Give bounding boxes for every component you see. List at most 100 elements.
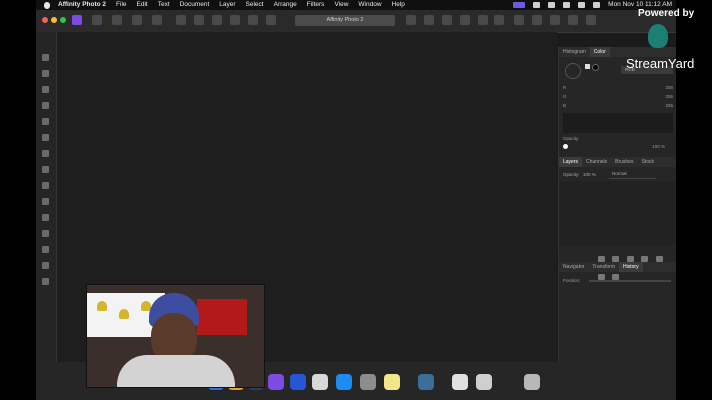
brush-tool-icon[interactable] <box>194 15 204 25</box>
red-label: R <box>563 85 567 90</box>
quicktime-icon[interactable] <box>418 374 434 390</box>
fill-swatch[interactable] <box>585 64 590 69</box>
tab-stock[interactable]: Stock <box>638 157 659 167</box>
pen-tool-icon[interactable] <box>42 182 49 189</box>
select-tool-icon[interactable] <box>248 15 258 25</box>
paint-brush-icon[interactable] <box>42 134 49 141</box>
search-icon[interactable] <box>578 2 586 8</box>
menu-text[interactable]: Text <box>158 0 170 10</box>
refine-icon[interactable] <box>586 15 596 25</box>
recent-file-icon[interactable] <box>452 374 468 390</box>
assistant-icon[interactable] <box>514 15 524 25</box>
crop-tool-icon[interactable] <box>42 86 49 93</box>
menu-select[interactable]: Select <box>246 0 264 10</box>
zoom-button[interactable] <box>60 17 66 23</box>
snapping-icon[interactable] <box>424 15 434 25</box>
move-tool-icon[interactable] <box>42 54 49 61</box>
trash-icon[interactable] <box>524 374 540 390</box>
opacity-slider-handle[interactable] <box>563 144 568 149</box>
zoom-tool-icon[interactable] <box>42 278 49 285</box>
fill-tool-icon[interactable] <box>42 246 49 253</box>
affinity-photo-icon[interactable] <box>268 374 284 390</box>
menu-file[interactable]: File <box>116 0 126 10</box>
layers-list[interactable] <box>559 181 676 245</box>
selection-brush-icon[interactable] <box>42 102 49 109</box>
layer-opacity-label: Opacity: <box>563 172 580 177</box>
align-icon[interactable] <box>442 15 452 25</box>
red-value: 255 <box>665 85 673 90</box>
develop-persona-icon[interactable] <box>112 15 122 25</box>
arrange-icon[interactable] <box>460 15 470 25</box>
streamyard-logo-icon <box>648 24 668 48</box>
blend-mode-select[interactable]: Normal <box>609 170 656 179</box>
gradient-tool-icon[interactable] <box>42 230 49 237</box>
close-button[interactable] <box>42 17 48 23</box>
position-label: Position: <box>563 278 581 283</box>
powered-by-text: Powered by <box>638 8 695 19</box>
fleur-de-lis-icon <box>97 301 107 311</box>
history-tabs: Navigator Transform History <box>559 262 676 272</box>
menu-filters[interactable]: Filters <box>307 0 325 10</box>
tab-transform[interactable]: Transform <box>588 262 619 272</box>
erase-tool-icon[interactable] <box>230 15 240 25</box>
tab-layers[interactable]: Layers <box>559 157 583 167</box>
streamyard-brand-text: StreamYard <box>626 56 695 71</box>
shape-tool-icon[interactable] <box>42 198 49 205</box>
menu-document[interactable]: Document <box>180 0 210 10</box>
mask-icon[interactable] <box>532 15 542 25</box>
app-store-icon[interactable] <box>336 374 352 390</box>
tab-channels[interactable]: Channels <box>582 157 611 167</box>
share-icon[interactable] <box>176 15 186 25</box>
node-tool-icon[interactable] <box>266 15 276 25</box>
screen-record-icon[interactable] <box>513 2 526 8</box>
app-menu[interactable]: Affinity Photo 2 <box>58 0 106 10</box>
color-wheel[interactable] <box>565 63 581 79</box>
minimize-button[interactable] <box>51 17 57 23</box>
menu-view[interactable]: View <box>334 0 348 10</box>
tab-brushes[interactable]: Brushes <box>611 157 637 167</box>
dodge-brush-icon[interactable] <box>42 166 49 173</box>
tab-histogram[interactable]: Histogram <box>559 47 590 57</box>
recent-window-icon[interactable] <box>476 374 492 390</box>
liquify-persona-icon[interactable] <box>92 15 102 25</box>
menu-help[interactable]: Help <box>392 0 405 10</box>
clone-brush-icon[interactable] <box>42 150 49 157</box>
text-tool-icon[interactable] <box>42 214 49 221</box>
tab-history[interactable]: History <box>619 262 643 272</box>
battery-icon[interactable] <box>548 2 556 8</box>
menu-bar: Affinity Photo 2 File Edit Text Document… <box>36 0 676 10</box>
control-icon[interactable] <box>533 2 541 8</box>
photo-persona-icon[interactable] <box>72 15 82 25</box>
apple-icon[interactable] <box>44 1 50 9</box>
tone-mapping-persona-icon[interactable] <box>132 15 142 25</box>
history-slider[interactable] <box>589 280 671 282</box>
color-picker-icon[interactable] <box>42 262 49 269</box>
export-persona-icon[interactable] <box>152 15 162 25</box>
screenshot-icon[interactable] <box>312 374 328 390</box>
transform-icon[interactable] <box>478 15 488 25</box>
tab-color[interactable]: Color <box>589 47 610 57</box>
wifi-icon[interactable] <box>563 2 571 8</box>
menu-layer[interactable]: Layer <box>219 0 235 10</box>
webcam-overlay <box>86 284 265 388</box>
stroke-swatch[interactable] <box>592 64 599 71</box>
menu-edit[interactable]: Edit <box>137 0 148 10</box>
notes-icon[interactable] <box>384 374 400 390</box>
chat-icon[interactable] <box>494 15 504 25</box>
flood-select-icon[interactable] <box>42 118 49 125</box>
settings-icon[interactable] <box>360 374 376 390</box>
quick-mask-icon[interactable] <box>550 15 560 25</box>
menu-window[interactable]: Window <box>358 0 381 10</box>
view-tool-icon[interactable] <box>42 70 49 77</box>
view-mode-icon[interactable] <box>406 15 416 25</box>
tab-navigator[interactable]: Navigator <box>559 262 588 272</box>
selection-icon[interactable] <box>568 15 578 25</box>
menu-arrange[interactable]: Arrange <box>274 0 297 10</box>
nordvpn-icon[interactable] <box>290 374 306 390</box>
paint-tool-icon[interactable] <box>212 15 222 25</box>
opacity-label: Opacity <box>563 136 579 141</box>
color-preview <box>563 113 673 133</box>
red-banner <box>197 299 247 335</box>
layer-opacity-value[interactable]: 100 % <box>583 172 596 177</box>
control-center-icon[interactable] <box>593 2 601 8</box>
